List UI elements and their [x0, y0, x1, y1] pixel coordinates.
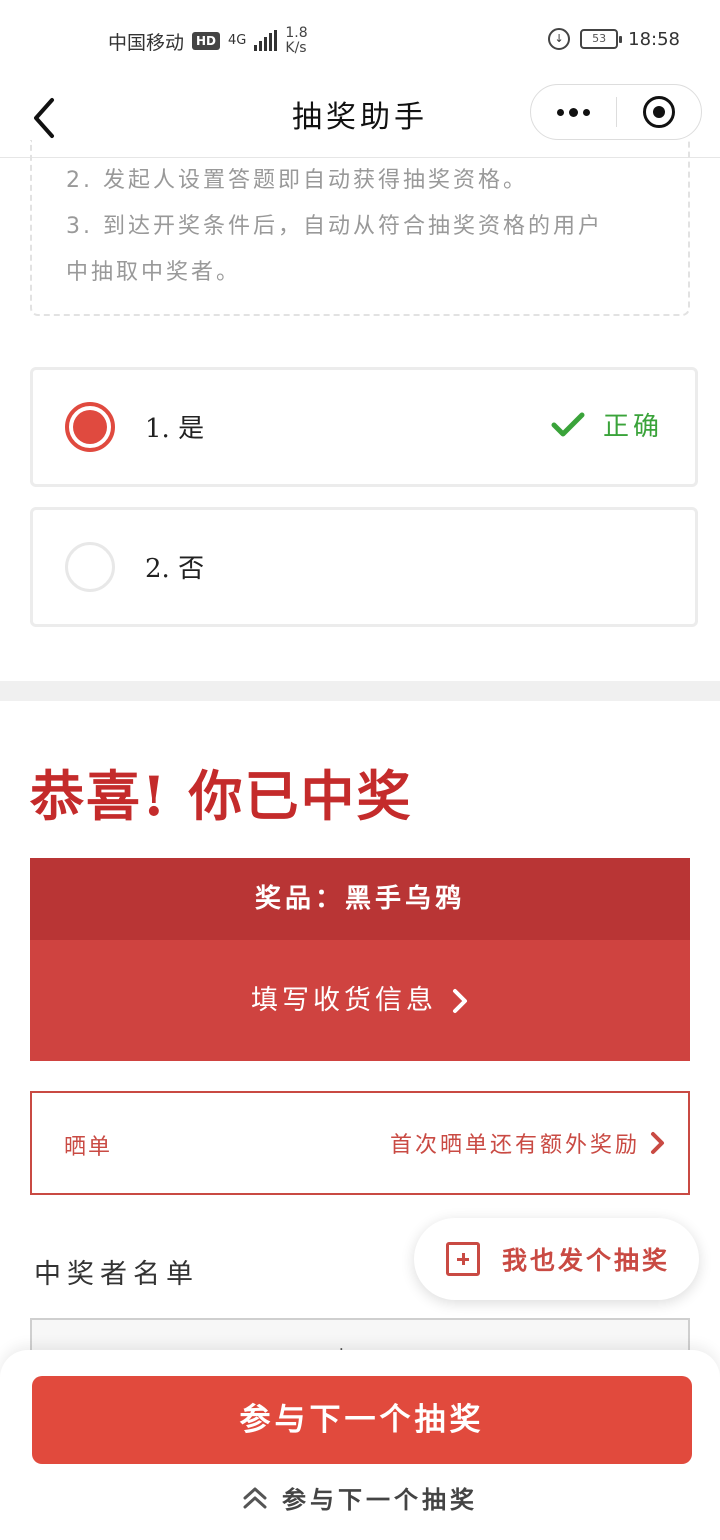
fill-shipping-info-button[interactable]: 填写收货信息	[30, 940, 690, 1061]
prize-name: 奖品：黑手乌鸦	[30, 858, 690, 940]
chevron-right-icon	[453, 988, 467, 1013]
data-saver-icon: ↓	[548, 28, 571, 50]
rule-line: 3. 到达开奖条件后，自动从符合抽奖资格的用户	[66, 214, 603, 239]
close-miniprogram-button[interactable]	[617, 84, 701, 140]
share-hint-text: 首次晒单还有额外奖励	[389, 1133, 640, 1158]
rule-line: 中抽取中奖者。	[66, 260, 242, 285]
section-divider	[0, 681, 720, 701]
speed-value: 1.8	[285, 25, 308, 41]
target-icon	[642, 96, 675, 128]
sub-link-text: 参与下一个抽奖	[282, 1486, 478, 1514]
double-chevron-up-icon	[243, 1487, 267, 1508]
carrier-name: 中国移动	[108, 31, 185, 54]
miniprogram-capsule	[530, 84, 702, 140]
option-label: 2. 否	[145, 554, 205, 584]
answer-option-no[interactable]: 2. 否	[30, 507, 698, 627]
signal-icon	[254, 30, 278, 51]
dot-icon	[583, 108, 590, 116]
radio-unselected-icon	[65, 542, 115, 592]
check-icon	[551, 412, 585, 436]
share-label: 晒单	[64, 1135, 113, 1160]
fill-info-label: 填写收货信息	[251, 985, 437, 1016]
winners-title: 中奖者名单	[34, 1259, 199, 1290]
correct-text: 正确	[602, 412, 663, 442]
status-left: 中国移动 HD 4G 1.8 K/s	[108, 26, 308, 56]
bottom-panel: 参与下一个抽奖 参与下一个抽奖	[0, 1350, 720, 1540]
rule-line: 2. 发起人设置答题即自动获得抽奖资格。	[66, 168, 528, 193]
status-right: ↓ 53 18:58	[548, 28, 680, 50]
chevron-right-icon	[651, 1132, 664, 1154]
rules-box: 2. 发起人设置答题即自动获得抽奖资格。 3. 到达开奖条件后，自动从符合抽奖资…	[30, 140, 690, 316]
battery-level: 53	[592, 32, 607, 45]
dot-icon	[557, 108, 564, 116]
status-bar: 中国移动 HD 4G 1.8 K/s ↓ 53 18:58	[0, 0, 720, 80]
radio-selected-icon	[65, 402, 115, 452]
speed-unit: K/s	[285, 40, 307, 56]
plus-icon	[446, 1242, 480, 1276]
share-hint: 首次晒单还有额外奖励	[390, 1127, 666, 1159]
option-label: 1. 是	[145, 414, 205, 444]
clock: 18:58	[628, 28, 680, 50]
correct-indicator: 正确	[551, 406, 663, 443]
join-next-lottery-button[interactable]: 参与下一个抽奖	[32, 1376, 692, 1464]
congrats-heading: 恭喜! 你已中奖	[30, 764, 413, 828]
create-lottery-button[interactable]: 我也发个抽奖	[414, 1218, 699, 1300]
network-type: 4G	[228, 33, 247, 48]
answer-option-yes[interactable]: 1. 是 正确	[30, 367, 698, 487]
more-button[interactable]	[531, 84, 616, 140]
dot-icon	[569, 107, 578, 117]
join-next-lottery-link[interactable]: 参与下一个抽奖	[0, 1480, 720, 1515]
create-lottery-label: 我也发个抽奖	[502, 1246, 671, 1275]
hd-badge: HD	[192, 32, 221, 50]
network-speed: 1.8 K/s	[285, 26, 307, 56]
share-order-row[interactable]: 晒单 首次晒单还有额外奖励	[30, 1091, 690, 1195]
battery-icon: 53	[580, 29, 623, 49]
